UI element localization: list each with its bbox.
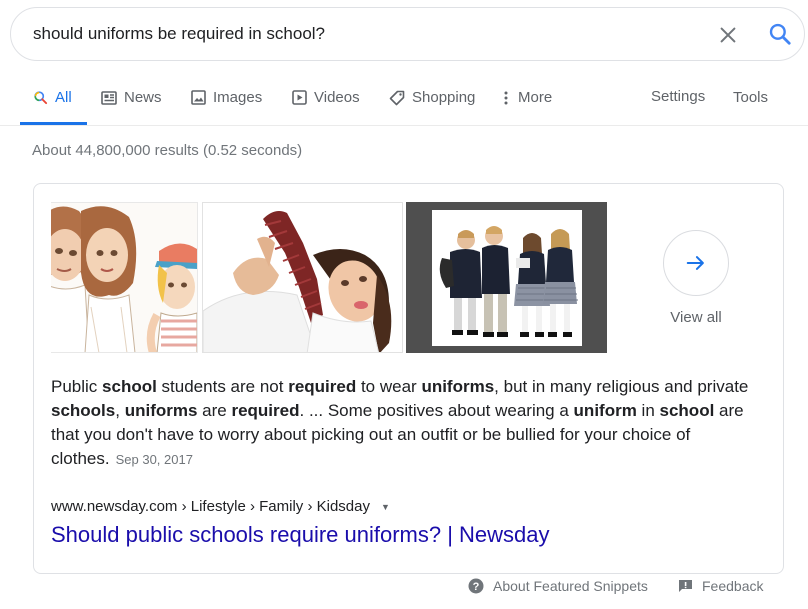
more-vert-icon [504, 91, 508, 104]
snippet-image-2[interactable] [202, 202, 403, 353]
snippet-fragment: , but in many religious and private [494, 377, 749, 396]
snippet-image-3[interactable] [406, 202, 607, 353]
search-icon [34, 91, 48, 105]
settings-label: Settings [651, 88, 706, 105]
tab-label: All [55, 89, 72, 106]
tab-all[interactable]: All [33, 89, 72, 106]
search-icon[interactable] [767, 21, 793, 47]
snippet-image-1[interactable] [51, 202, 198, 353]
svg-text:?: ? [473, 581, 480, 593]
tab-label: Videos [314, 89, 360, 106]
tools-link[interactable]: Tools [733, 89, 768, 106]
snippet-text: Public school students are not required … [51, 375, 771, 472]
search-tabs: All News Images Videos Shopping More Set… [0, 80, 808, 126]
tab-shopping[interactable]: Shopping [389, 89, 475, 106]
arrow-right-icon [686, 256, 704, 270]
tab-label: Images [213, 89, 263, 106]
snippet-fragment: , [115, 401, 125, 420]
tab-images[interactable]: Images [191, 89, 262, 106]
featured-snippet-card: View all Public school students are not … [33, 183, 784, 574]
snippet-fragment: in [636, 401, 660, 420]
tag-icon [389, 90, 405, 105]
tab-news[interactable]: News [101, 89, 162, 106]
tabs-divider [0, 125, 808, 126]
snippet-fragment: . ... Some positives about wearing a [299, 401, 574, 420]
snippet-keyword: school [659, 401, 715, 420]
feedback-label: Feedback [702, 578, 764, 594]
video-icon [292, 90, 307, 105]
snippet-fragment: to wear [356, 377, 422, 396]
snippet-keyword: schools [51, 401, 116, 420]
snippet-fragment: Public [51, 377, 103, 396]
view-all-circle[interactable] [663, 230, 729, 296]
snippet-keyword: required [288, 377, 357, 396]
snippet-keyword: uniforms [124, 401, 198, 420]
result-stats: About 44,800,000 results (0.52 seconds) [32, 142, 303, 159]
about-featured-snippets[interactable]: ? About Featured Snippets [468, 578, 648, 594]
search-box [10, 7, 805, 61]
view-all-label: View all [670, 309, 722, 326]
clear-icon[interactable] [717, 24, 739, 46]
news-icon [101, 90, 117, 105]
snippet-keyword: uniforms [421, 377, 495, 396]
tools-label: Tools [733, 89, 769, 106]
search-input[interactable] [33, 22, 673, 46]
view-all-button[interactable]: View all [663, 230, 729, 326]
snippet-keyword: uniform [573, 401, 637, 420]
snippet-fragment: are [197, 401, 232, 420]
tab-videos[interactable]: Videos [292, 89, 360, 106]
cite-breadcrumb: www.newsday.com › Lifestyle › Family › K… [51, 498, 370, 515]
settings-link[interactable]: Settings [651, 88, 705, 105]
snippet-fragment: students are not [156, 377, 289, 396]
tab-more[interactable]: More [503, 89, 552, 106]
caret-down-icon[interactable]: ▼ [381, 502, 390, 512]
image-icon [191, 90, 206, 105]
snippet-date: Sep 30, 2017 [115, 452, 193, 467]
tab-label: Shopping [412, 89, 476, 106]
tab-label: More [518, 89, 553, 106]
feedback-icon [679, 579, 692, 592]
snippet-keyword: school [102, 377, 157, 396]
help-icon: ? [468, 578, 484, 594]
result-citation: www.newsday.com › Lifestyle › Family › K… [51, 498, 390, 515]
result-title-link[interactable]: Should public schools require uniforms? … [51, 522, 550, 548]
snippet-keyword: required [231, 401, 300, 420]
tab-label: News [124, 89, 162, 106]
about-label: About Featured Snippets [493, 578, 648, 594]
feedback-link[interactable]: Feedback [678, 578, 763, 594]
